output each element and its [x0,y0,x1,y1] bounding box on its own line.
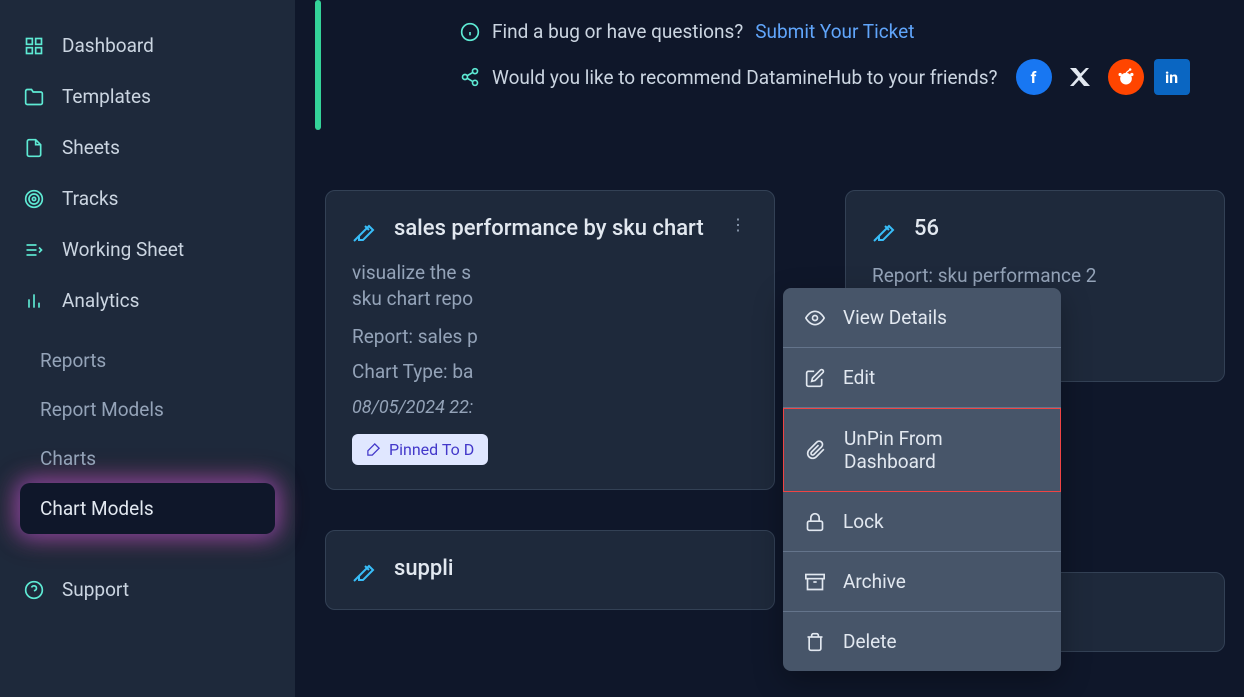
sidebar-item-label: Dashboard [62,34,154,57]
menu-item-label: Lock [843,510,884,533]
menu-item-unpin[interactable]: UnPin From Dashboard [783,408,1061,492]
help-icon [24,580,44,600]
sidebar-item-templates[interactable]: Templates [0,71,295,122]
card-menu-button[interactable]: ⋮ [728,215,748,234]
social-buttons: f in [1016,59,1190,95]
menu-item-label: View Details [843,306,947,329]
recommend-text: Would you like to recommend DatamineHub … [492,66,998,89]
chart-model-card[interactable]: suppli [325,530,775,610]
share-icon [460,67,480,87]
card-report: Report: sales p [352,325,748,348]
trash-icon [805,632,825,652]
file-icon [24,138,44,158]
sidebar-item-support[interactable]: Support [0,564,295,615]
grid-icon [24,36,44,56]
menu-item-lock[interactable]: Lock [783,492,1061,552]
lock-icon [805,512,825,532]
card-report: Report: sku performance 2 [872,264,1198,287]
sidebar-item-report-models[interactable]: Report Models [0,385,295,434]
sidebar-item-analytics[interactable]: Analytics [0,275,295,326]
card-title: sales performance by sku chart [394,215,748,244]
menu-item-archive[interactable]: Archive [783,552,1061,612]
cards-grid: sales performance by sku chart ⋮ visuali… [325,190,1214,652]
design-icon [352,559,376,583]
bug-row: Find a bug or have questions? Submit You… [460,20,1214,43]
edit-icon [805,368,825,388]
chart-model-card[interactable]: sales performance by sku chart ⋮ visuali… [325,190,775,490]
sidebar-item-sheets[interactable]: Sheets [0,122,295,173]
sidebar-item-label: Sheets [62,136,120,159]
sidebar-item-label: Templates [62,85,151,108]
card-description: visualize the ssku chart repo [352,260,748,313]
x-icon[interactable] [1062,59,1098,95]
bug-text: Find a bug or have questions? [492,20,743,43]
menu-item-label: Edit [843,366,875,389]
target-icon [24,189,44,209]
facebook-icon[interactable]: f [1016,59,1052,95]
menu-item-view-details[interactable]: View Details [783,288,1061,348]
sidebar-item-dashboard[interactable]: Dashboard [0,20,295,71]
design-icon [872,219,896,243]
info-icon [460,22,480,42]
card-chart-type: Chart Type: ba [352,360,748,383]
menu-item-delete[interactable]: Delete [783,612,1061,671]
menu-item-label: Delete [843,630,897,653]
menu-item-edit[interactable]: Edit [783,348,1061,408]
sidebar-item-label: Support [62,578,129,601]
sidebar-item-label: Analytics [62,289,139,312]
accent-bar [315,0,321,130]
card-date: 08/05/2024 22: [352,397,748,418]
card-title: suppli [394,555,748,584]
paperclip-icon [806,440,826,460]
recommend-row: Would you like to recommend DatamineHub … [460,59,1214,95]
design-icon [352,219,376,243]
sidebar-item-label: Tracks [62,187,118,210]
sidebar-item-tracks[interactable]: Tracks [0,173,295,224]
sidebar-item-reports[interactable]: Reports [0,336,295,385]
sidebar-item-charts[interactable]: Charts [0,434,295,483]
sidebar: Dashboard Templates Sheets Tracks Workin… [0,0,295,697]
linkedin-icon[interactable]: in [1154,59,1190,95]
pinned-badge: Pinned To D [352,434,488,465]
eye-icon [805,308,825,328]
main-content: Find a bug or have questions? Submit You… [295,0,1244,697]
card-context-menu: View Details Edit UnPin From Dashboard L… [783,288,1061,671]
sidebar-item-working-sheet[interactable]: Working Sheet [0,224,295,275]
sidebar-item-chart-models[interactable]: Chart Models [20,483,275,534]
submit-ticket-link[interactable]: Submit Your Ticket [755,20,914,43]
top-info-section: Find a bug or have questions? Submit You… [325,0,1214,95]
menu-item-label: Archive [843,570,906,593]
list-icon [24,240,44,260]
sidebar-item-label: Working Sheet [62,238,184,261]
folder-icon [24,87,44,107]
reddit-icon[interactable] [1108,59,1144,95]
card-title: 56 [914,215,1198,244]
menu-item-label: UnPin From Dashboard [844,427,1038,473]
archive-icon [805,572,825,592]
sidebar-sub-group: Reports Report Models Charts Chart Model… [0,336,295,534]
bar-chart-icon [24,291,44,311]
